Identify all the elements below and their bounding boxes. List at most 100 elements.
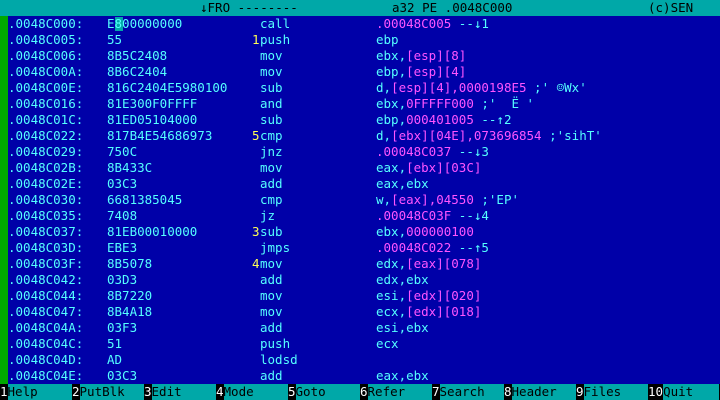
instruction-mnemonic: and [260, 96, 283, 111]
instruction-mnemonic: cmp [260, 128, 283, 143]
code-line[interactable]: .0048C037: 81EB00010000 3 sub ebx,000000100 [8, 224, 720, 240]
code-line[interactable]: .0048C029: 750C jnz .00048C037 --↓3 [8, 144, 720, 160]
code-line[interactable]: .0048C01C: 81ED05104000 sub ebp,000401005 -… [8, 112, 720, 128]
instruction-bytes: 03C3 [107, 176, 138, 191]
fkey-refer[interactable]: 6Refer [360, 384, 432, 400]
line-comment: ;'sihT' [541, 128, 602, 143]
operand-text: esi,ebx [376, 320, 429, 335]
fkey-number: 5 [288, 384, 296, 400]
code-line[interactable]: .0048C00A: 8B6C2404 mov ebp,[esp][4] [8, 64, 720, 80]
line-comment: --↑2 [473, 112, 512, 127]
line-address: .0048C044: [8, 288, 84, 303]
fkey-putblk[interactable]: 2PutBlk [72, 384, 144, 400]
operand-field: esi,[edx][020] [376, 288, 481, 304]
fkey-search[interactable]: 7Search [432, 384, 504, 400]
copyright-label: (c)SEN [648, 0, 694, 15]
operand-reference: 000000100 [406, 224, 474, 239]
code-line[interactable]: .0048C03F: 8B5078 4 mov edx,[eax][078] [8, 256, 720, 272]
fkey-number: 7 [432, 384, 440, 400]
code-line[interactable]: .0048C04E: 03C3 add eax,ebx [8, 368, 720, 384]
line-address: .0048C04C: [8, 336, 84, 351]
instruction-mnemonic: sub [260, 112, 283, 127]
line-comment: --↓1 [451, 16, 489, 31]
instruction-bytes: 817B4E54686973 [107, 128, 213, 143]
code-line[interactable]: .0048C04A: 03F3 add esi,ebx [8, 320, 720, 336]
code-line[interactable]: .0048C04C: 51 push ecx [8, 336, 720, 352]
disassembly-listing[interactable]: .0048C000: E800000000 call .00048C005 --↓1.… [8, 16, 720, 384]
instruction-bytes: 816C2404E5980100 [107, 80, 228, 95]
fkey-goto[interactable]: 5Goto [288, 384, 360, 400]
operand-text: ebp [376, 32, 399, 47]
operand-reference: 0FFFFF000 [406, 96, 474, 111]
fkey-label: Refer [367, 384, 432, 400]
operand-field: esi,ebx [376, 320, 429, 336]
line-address: .0048C047: [8, 304, 84, 319]
operand-field: d,[ebx][04E],073696854 ;'sihT' [376, 128, 602, 144]
operand-reference: .00048C037 [376, 144, 452, 159]
operand-field: .00048C022 --↑5 [376, 240, 489, 256]
line-address: .0048C000: [8, 16, 84, 31]
instruction-bytes: E800000000 [107, 16, 183, 31]
fkey-label: Edit [151, 384, 216, 400]
fkey-edit[interactable]: 3Edit [144, 384, 216, 400]
operand-reference: .00048C022 [376, 240, 452, 255]
code-line[interactable]: .0048C04D: AD lodsd [8, 352, 720, 368]
operand-field: ebp,[esp][4] [376, 64, 466, 80]
operand-reference: [eax],04550 [391, 192, 474, 207]
operand-text: eax,ebx [376, 368, 429, 383]
instruction-mnemonic: mov [260, 160, 283, 175]
fkey-help[interactable]: 1Help [0, 384, 72, 400]
instruction-mnemonic: jmps [260, 240, 291, 255]
line-address: .0048C02B: [8, 160, 84, 175]
left-margin-bar [0, 16, 8, 384]
line-address: .0048C035: [8, 208, 84, 223]
line-address: .0048C029: [8, 144, 84, 159]
fkey-mode[interactable]: 4Mode [216, 384, 288, 400]
operand-field: w,[eax],04550 ;'EP' [376, 192, 519, 208]
instruction-bytes: 8B6C2404 [107, 64, 168, 79]
instruction-bytes: 8B5078 [107, 256, 153, 271]
code-line[interactable]: .0048C006: 8B5C2408 mov ebx,[esp][8] [8, 48, 720, 64]
line-comment: --↑5 [451, 240, 489, 255]
code-line[interactable]: .0048C000: E800000000 call .00048C005 --↓1 [8, 16, 720, 32]
code-line[interactable]: .0048C044: 8B7220 mov esi,[edx][020] [8, 288, 720, 304]
code-line[interactable]: .0048C00E: 816C2404E5980100 sub d,[esp][4],… [8, 80, 720, 96]
fkey-number: 10 [648, 384, 664, 400]
code-line[interactable]: .0048C016: 81E300F0FFFF and ebx,0FFFFF000 ;… [8, 96, 720, 112]
code-line[interactable]: .0048C030: 6681385045 cmp w,[eax],04550 ;'E… [8, 192, 720, 208]
line-address: .0048C016: [8, 96, 84, 111]
operand-field: d,[esp][4],0000198E5 ;' ☺Wx' [376, 80, 587, 96]
instruction-bytes: 6681385045 [107, 192, 183, 207]
code-line[interactable]: .0048C03D: EBE3 jmps .00048C022 --↑5 [8, 240, 720, 256]
instruction-mnemonic: lodsd [260, 352, 298, 367]
operand-field: ecx [376, 336, 399, 352]
instruction-mnemonic: push [260, 32, 291, 47]
operand-text: ebp, [376, 64, 407, 79]
operand-field: ebx,000000100 [376, 224, 474, 240]
code-line[interactable]: .0048C047: 8B4A18 mov ecx,[edx][018] [8, 304, 720, 320]
operand-text: eax,ebx [376, 176, 429, 191]
fkey-number: 6 [360, 384, 368, 400]
operand-field: edx,[eax][078] [376, 256, 481, 272]
code-line[interactable]: .0048C035: 7408 jz .00048C03F --↓4 [8, 208, 720, 224]
line-address: .0048C03D: [8, 240, 84, 255]
instruction-mnemonic: mov [260, 48, 283, 63]
fkey-files[interactable]: 9Files [576, 384, 648, 400]
fkey-quit[interactable]: 10Quit [648, 384, 720, 400]
code-line[interactable]: .0048C02B: 8B433C mov eax,[ebx][03C] [8, 160, 720, 176]
operand-text: eax, [376, 160, 407, 175]
instruction-bytes: 8B7220 [107, 288, 153, 303]
instruction-mnemonic: jz [260, 208, 276, 223]
operand-text: ecx, [376, 304, 407, 319]
code-line[interactable]: .0048C02E: 03C3 add eax,ebx [8, 176, 720, 192]
line-address: .0048C00E: [8, 80, 84, 95]
line-address: .0048C037: [8, 224, 84, 239]
code-line[interactable]: .0048C022: 817B4E54686973 5 cmp d,[ebx][04E]… [8, 128, 720, 144]
code-line[interactable]: .0048C042: 03D3 add edx,ebx [8, 272, 720, 288]
operand-text: edx, [376, 256, 407, 271]
instruction-mnemonic: mov [260, 288, 283, 303]
fkey-header[interactable]: 8Header [504, 384, 576, 400]
instruction-bytes: EBE3 [107, 240, 138, 255]
instruction-mnemonic: sub [260, 224, 283, 239]
code-line[interactable]: .0048C005: 55 1 push ebp [8, 32, 720, 48]
